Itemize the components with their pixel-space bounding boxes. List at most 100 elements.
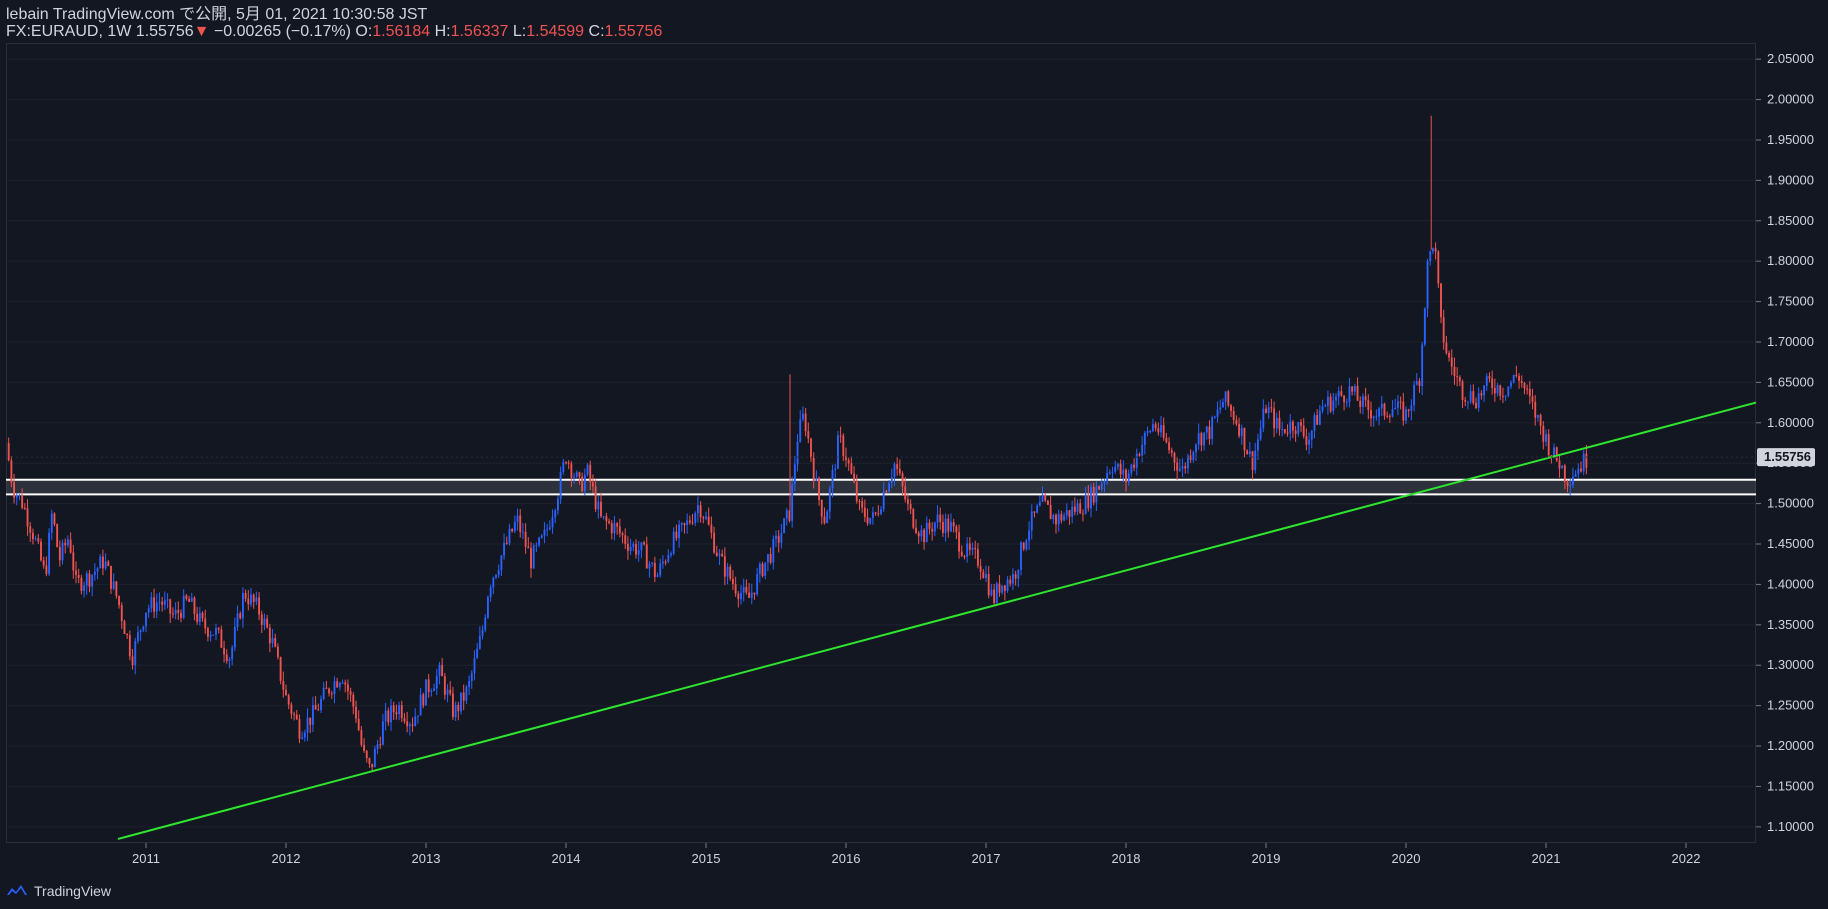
candle-body	[1318, 410, 1321, 425]
candle-body	[866, 517, 869, 524]
x-tick-label: 2012	[272, 851, 301, 866]
candle-body	[1413, 384, 1416, 406]
candle-body	[182, 595, 185, 618]
candle-body	[777, 535, 780, 543]
y-tick-label: 1.30000	[1767, 657, 1814, 672]
candle-body	[1262, 408, 1265, 429]
candle-body	[1170, 450, 1173, 453]
candle-body	[1240, 427, 1243, 436]
brand-label[interactable]: TradingView	[34, 883, 111, 899]
candle-body	[1520, 380, 1523, 384]
candle-body	[1426, 261, 1429, 309]
candle-body	[640, 542, 643, 551]
candle-body	[818, 477, 821, 500]
candle-body	[414, 716, 417, 726]
candle-body	[430, 690, 433, 692]
candle-body	[317, 709, 320, 711]
candle-body	[161, 601, 164, 605]
candle-body	[136, 632, 139, 642]
candle-body	[1515, 375, 1518, 377]
candle-body	[101, 556, 104, 569]
candle-body	[1396, 401, 1399, 408]
candle-body	[1442, 317, 1445, 343]
candle-body	[1380, 403, 1383, 409]
candle-body	[906, 499, 909, 504]
tradingview-logo-icon[interactable]	[6, 884, 28, 898]
candle-body	[110, 565, 112, 589]
candle-body	[713, 532, 716, 553]
candle-body	[322, 687, 325, 699]
price-chart[interactable]: 1.10000 1.15000 1.20000 1.25000 1.30000 1.350…	[0, 0, 1828, 909]
candle-body	[753, 592, 756, 595]
candle-body	[804, 413, 807, 432]
candle-body	[721, 553, 724, 557]
candle-body	[7, 443, 10, 461]
candle-body	[1326, 396, 1329, 406]
candle-body	[1329, 396, 1332, 412]
candle-body	[64, 542, 67, 546]
candle-body	[1316, 415, 1319, 425]
candle-body	[1063, 515, 1066, 521]
candle-body	[1569, 484, 1572, 487]
candle-body	[842, 435, 845, 457]
candle-body	[1267, 407, 1270, 413]
candle-body	[985, 574, 987, 578]
x-tick-label: 2014	[552, 851, 581, 866]
candle-body	[10, 460, 13, 483]
candle-body	[1453, 366, 1456, 377]
candle-body	[939, 514, 942, 523]
candle-body	[255, 597, 258, 602]
candle-body	[363, 744, 366, 751]
candle-body	[686, 520, 689, 525]
candle-body	[166, 599, 169, 601]
candle-body	[1542, 425, 1545, 442]
candle-body	[180, 612, 182, 618]
candle-body	[750, 592, 753, 598]
candle-body	[1116, 463, 1119, 467]
candle-body	[551, 517, 554, 528]
candle-body	[1246, 450, 1249, 455]
candle-body	[85, 573, 88, 586]
candle-body	[993, 589, 996, 603]
candle-body	[336, 681, 339, 688]
candle-body	[667, 555, 670, 562]
candle-body	[982, 571, 985, 578]
candle-body	[492, 577, 495, 588]
candle-body	[664, 561, 667, 563]
candle-body	[53, 513, 56, 525]
candle-body	[1192, 452, 1195, 460]
candle-body	[1464, 400, 1467, 402]
candle-body	[395, 712, 398, 715]
candle-body	[1475, 402, 1477, 408]
candle-body	[783, 518, 786, 534]
candle-body	[1090, 486, 1092, 509]
candle-body	[126, 634, 129, 636]
candle-body	[139, 630, 142, 633]
candle-body	[694, 513, 697, 523]
candle-body	[1030, 511, 1033, 531]
candle-body	[775, 535, 777, 539]
time-axis: 2011 2012 2013 2014 2015 2016 2017 2018 2019 2020…	[132, 843, 1700, 866]
candle-body	[1582, 453, 1585, 472]
x-tick-label: 2015	[692, 851, 721, 866]
candle-body	[661, 561, 664, 564]
y-tick-label: 1.20000	[1767, 738, 1814, 753]
candle-body	[1208, 426, 1211, 439]
candle-body	[1461, 381, 1464, 401]
candle-body	[761, 563, 764, 576]
candle-body	[705, 516, 707, 519]
candle-body	[909, 503, 912, 510]
candle-body	[683, 523, 686, 525]
candle-body	[1353, 386, 1356, 392]
candle-body	[169, 599, 172, 614]
candle-body	[1130, 464, 1133, 474]
candle-body	[632, 544, 635, 547]
candle-body	[1106, 473, 1109, 481]
x-tick-label: 2016	[832, 851, 861, 866]
candle-body	[1534, 401, 1537, 418]
candle-body	[1149, 430, 1152, 432]
candle-body	[610, 523, 613, 534]
candle-body	[56, 524, 59, 548]
candle-body	[13, 482, 16, 498]
candle-body	[958, 532, 961, 552]
